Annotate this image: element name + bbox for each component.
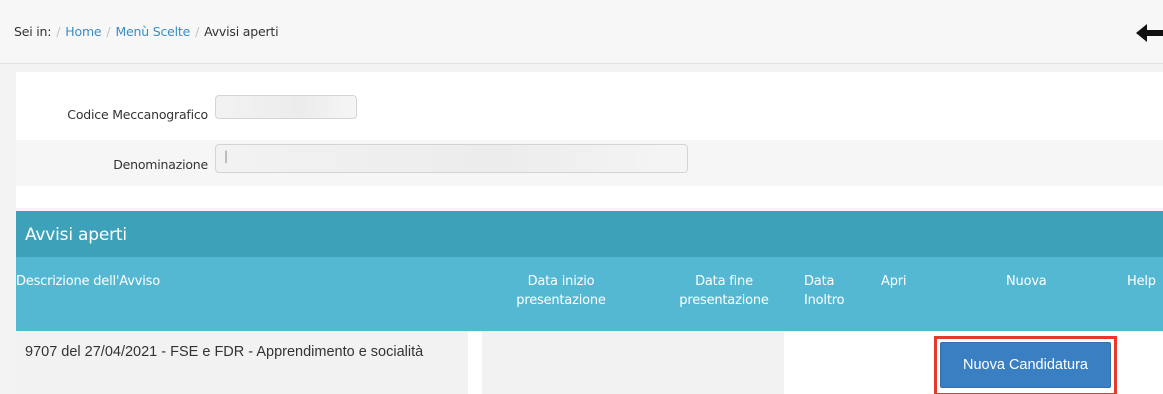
- header-data-inizio: Data inizio presentazione: [516, 274, 606, 308]
- breadcrumb-menu-scelte-link[interactable]: Menù Scelte: [115, 24, 190, 39]
- breadcrumb-separator: /: [195, 24, 200, 39]
- highlight-box: Nuova Candidatura: [934, 336, 1117, 394]
- denominazione-field[interactable]: |: [215, 144, 688, 173]
- cell-descrizione: 9707 del 27/04/2021 - FSE e FDR - Appren…: [16, 331, 468, 394]
- header-descrizione: Descrizione dell'Avviso: [16, 274, 160, 289]
- denominazione-label: Denominazione: [113, 157, 208, 172]
- school-info-panel: Codice Meccanografico Denominazione |: [16, 72, 1163, 208]
- breadcrumb-home-link[interactable]: Home: [65, 24, 101, 39]
- cell-data-inizio: [482, 331, 784, 394]
- header-data-inoltro: Data Inoltro: [804, 274, 845, 308]
- header-data-fine: Data fine presentazione: [679, 274, 769, 308]
- denominazione-value: |: [224, 149, 229, 163]
- breadcrumb-current: Avvisi aperti: [204, 24, 279, 39]
- breadcrumb-prefix: Sei in:: [14, 24, 52, 39]
- header-help: Help: [1127, 274, 1156, 289]
- section-title-bar: Avvisi aperti: [16, 211, 1163, 257]
- breadcrumb-separator: /: [106, 24, 111, 39]
- breadcrumb: Sei in: / Home / Menù Scelte / Avvisi aperti: [14, 24, 279, 39]
- table-header: Descrizione dell'Avviso Data inizio pres…: [16, 257, 1163, 331]
- header-nuova: Nuova: [1006, 274, 1047, 289]
- breadcrumb-separator: /: [56, 24, 61, 39]
- codice-field[interactable]: [215, 95, 357, 119]
- header-apri: Apri: [881, 274, 907, 289]
- nuova-candidatura-button[interactable]: Nuova Candidatura: [940, 342, 1111, 388]
- codice-row: Codice Meccanografico: [16, 94, 1163, 134]
- section-title: Avvisi aperti: [25, 225, 127, 245]
- codice-label: Codice Meccanografico: [67, 107, 208, 122]
- table-row: 9707 del 27/04/2021 - FSE e FDR - Appren…: [16, 331, 1163, 394]
- breadcrumb-bar: Sei in: / Home / Menù Scelte / Avvisi aperti: [0, 0, 1163, 64]
- arrow-left-icon[interactable]: [1136, 22, 1163, 44]
